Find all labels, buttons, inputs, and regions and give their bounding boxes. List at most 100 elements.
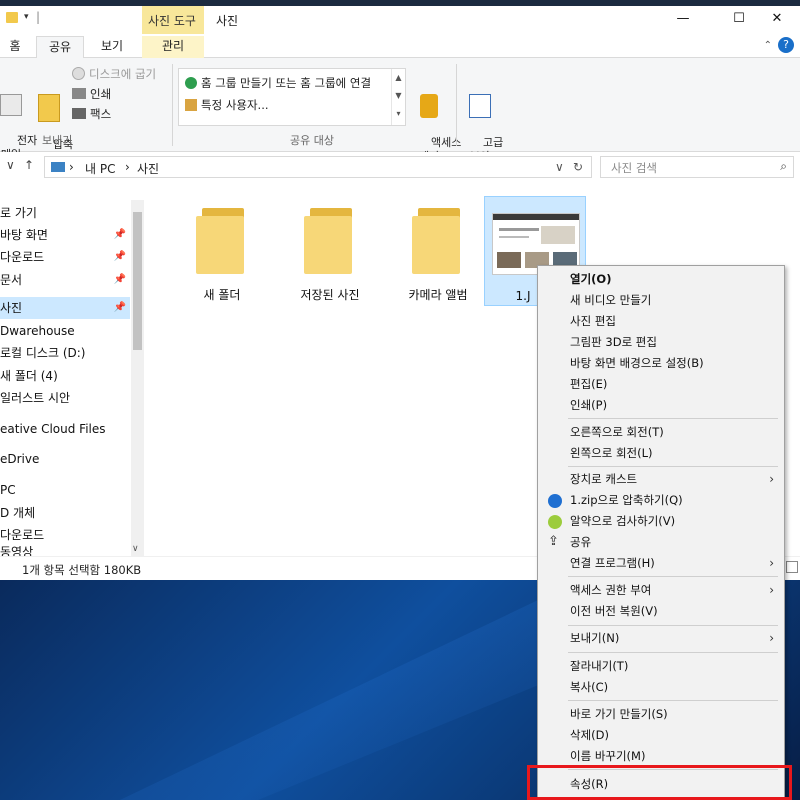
sidebar-item-onedrive[interactable]: eDrive	[0, 448, 130, 470]
menu-new-video[interactable]: 새 비디오 만들기	[540, 290, 782, 311]
menu-rename[interactable]: 이름 바꾸기(M)	[540, 746, 782, 767]
ribbon-collapse-icon[interactable]: ⌃	[764, 40, 772, 51]
quick-access-dropdown-icon[interactable]: ▾	[24, 12, 29, 22]
breadcrumb-pictures[interactable]: 사진	[137, 160, 159, 177]
sidebar-item-desktop[interactable]: 바탕 화면 📌	[0, 224, 130, 246]
menu-create-shortcut[interactable]: 바로 가기 만들기(S)	[540, 704, 782, 725]
close-button[interactable]: ✕	[754, 6, 800, 34]
chevron-right-icon: ›	[769, 631, 774, 645]
fax-button[interactable]: 팩스	[72, 106, 111, 122]
refresh-icon[interactable]: ↻	[573, 160, 583, 174]
help-icon[interactable]: ?	[778, 37, 794, 53]
sidebar-item-dwarehouse[interactable]: Dwarehouse	[0, 320, 130, 342]
tab-view[interactable]: 보기	[88, 36, 136, 58]
breadcrumb-this-pc[interactable]: 내 PC	[85, 160, 115, 177]
details-view-icon[interactable]	[786, 561, 798, 573]
breadcrumb-separator: ›	[125, 160, 130, 174]
sidebar-item-label: Dwarehouse	[0, 324, 75, 338]
menu-rotate-left[interactable]: 왼쪽으로 회전(L)	[540, 443, 782, 464]
tab-share[interactable]: 공유	[36, 36, 84, 58]
file-item-folder[interactable]: 새 폴더	[172, 194, 272, 306]
menu-open-with[interactable]: 연결 프로그램(H) ›	[540, 553, 782, 574]
pin-icon: 📌	[113, 251, 126, 262]
burn-disc-button[interactable]: 디스크에 굽기	[72, 66, 156, 82]
sidebar-item-videos[interactable]: 동영상	[0, 546, 130, 556]
menu-print[interactable]: 인쇄(P)	[540, 395, 782, 416]
menu-share[interactable]: ⇪ 공유	[540, 532, 782, 553]
share-with-list: 홈 그룹 만들기 또는 홈 그룹에 연결 특정 사용자... ▲ ▼ ▾	[178, 68, 406, 126]
menu-scan-alyac[interactable]: 알약으로 검사하기(V)	[540, 511, 782, 532]
menu-item-label: 인쇄(P)	[570, 398, 608, 412]
menu-delete[interactable]: 삭제(D)	[540, 725, 782, 746]
address-bar[interactable]: › 내 PC › 사진 ∨ ↻	[44, 156, 592, 178]
menu-set-background[interactable]: 바탕 화면 배경으로 설정(B)	[540, 353, 782, 374]
recent-locations-icon[interactable]: ∨	[6, 158, 15, 172]
menu-copy[interactable]: 복사(C)	[540, 677, 782, 698]
navigation-pane: 로 가기 바탕 화면 📌 다운로드 📌 문서 📌 사진 📌 Dwarehouse 로컬 …	[0, 180, 146, 560]
sidebar-item-shortcut[interactable]: 로 가기	[0, 202, 130, 224]
menu-edit-photo[interactable]: 사진 편집	[540, 311, 782, 332]
sidebar-item-creative-cloud[interactable]: eative Cloud Files	[0, 418, 130, 440]
menu-item-label: 바탕 화면 배경으로 설정(B)	[570, 356, 704, 370]
menu-compress-zip[interactable]: 1.zip으로 압축하기(Q)	[540, 490, 782, 511]
sidebar-item-local-disk-d[interactable]: 로컬 디스크 (D:)	[0, 342, 130, 364]
tab-manage[interactable]: 관리	[142, 36, 204, 58]
pin-icon: 📌	[113, 229, 126, 240]
sidebar-item-label: 다운로드	[0, 528, 45, 542]
sidebar-item-pictures[interactable]: 사진 📌	[0, 297, 130, 319]
sidebar-item-label: eDrive	[0, 452, 40, 466]
specific-people-item[interactable]: 특정 사용자...	[185, 97, 269, 113]
file-item-folder[interactable]: 저장된 사진	[280, 194, 380, 306]
menu-cast-to-device[interactable]: 장치로 캐스트 ›	[540, 469, 782, 490]
menu-restore-versions[interactable]: 이전 버전 복원(V)	[540, 601, 782, 622]
address-dropdown-icon[interactable]: ∨	[555, 160, 564, 174]
menu-send-to[interactable]: 보내기(N) ›	[540, 628, 782, 649]
sidebar-scroll-thumb[interactable]	[133, 212, 142, 350]
sidebar-item-this-pc[interactable]: PC	[0, 479, 130, 501]
menu-separator	[568, 466, 778, 467]
up-arrow-icon[interactable]: ↑	[24, 158, 34, 172]
menu-separator	[568, 625, 778, 626]
menu-item-label: 그림판 3D로 편집	[570, 335, 657, 349]
file-item-folder[interactable]: 카메라 앨범	[388, 194, 488, 306]
menu-item-label: 편집(E)	[570, 377, 608, 391]
search-input[interactable]: 사진 검색 ⌕	[600, 156, 794, 178]
sidebar-item-pc-downloads[interactable]: 다운로드	[0, 524, 130, 546]
sidebar-item-documents[interactable]: 문서 📌	[0, 269, 130, 291]
ribbon-divider	[456, 64, 457, 146]
sidebar-item-3d-objects[interactable]: D 개체	[0, 502, 130, 524]
sidebar-item-downloads[interactable]: 다운로드 📌	[0, 246, 130, 268]
ribbon-tabs: 홈 공유 보기 관리 ⌃ ?	[0, 34, 800, 58]
menu-edit-paint3d[interactable]: 그림판 3D로 편집	[540, 332, 782, 353]
print-button[interactable]: 인쇄	[72, 86, 111, 102]
status-text: 1개 항목 선택함 180KB	[22, 563, 142, 577]
title-separator: |	[36, 10, 41, 24]
sidebar-item-label: D 개체	[0, 506, 36, 520]
pc-icon	[51, 162, 65, 172]
menu-item-label: 보내기(N)	[570, 631, 620, 645]
context-tab-photo-tools: 사진 도구	[142, 6, 204, 36]
homegroup-item[interactable]: 홈 그룹 만들기 또는 홈 그룹에 연결	[185, 75, 371, 91]
lock-icon	[420, 94, 438, 118]
chevron-right-icon: ›	[769, 583, 774, 597]
share-list-scrollbar[interactable]: ▲ ▼ ▾	[391, 69, 405, 125]
bandizip-icon	[548, 494, 562, 508]
menu-rotate-right[interactable]: 오른쪽으로 회전(T)	[540, 422, 782, 443]
menu-cut[interactable]: 잘라내기(T)	[540, 656, 782, 677]
folder-icon[interactable]	[6, 12, 18, 23]
folder-icon	[196, 208, 250, 274]
sidebar-item-illustration[interactable]: 일러스트 시안	[0, 387, 130, 409]
tab-home[interactable]: 홈	[0, 36, 30, 58]
menu-item-label: 새 비디오 만들기	[570, 293, 652, 307]
chevron-right-icon: ›	[769, 556, 774, 570]
menu-edit[interactable]: 편집(E)	[540, 374, 782, 395]
file-name: 저장된 사진	[300, 288, 360, 302]
sidebar-scrollbar[interactable]: ∨	[131, 200, 144, 560]
scroll-down-icon[interactable]: ∨	[132, 544, 139, 554]
sidebar-item-new-folder-4[interactable]: 새 폴더 (4)	[0, 365, 130, 387]
minimize-button[interactable]: —	[660, 6, 706, 34]
menu-give-access[interactable]: 액세스 권한 부여 ›	[540, 580, 782, 601]
homegroup-icon	[185, 77, 197, 89]
menu-item-label: 열기(O)	[570, 272, 612, 286]
menu-open[interactable]: 열기(O)	[540, 269, 782, 290]
